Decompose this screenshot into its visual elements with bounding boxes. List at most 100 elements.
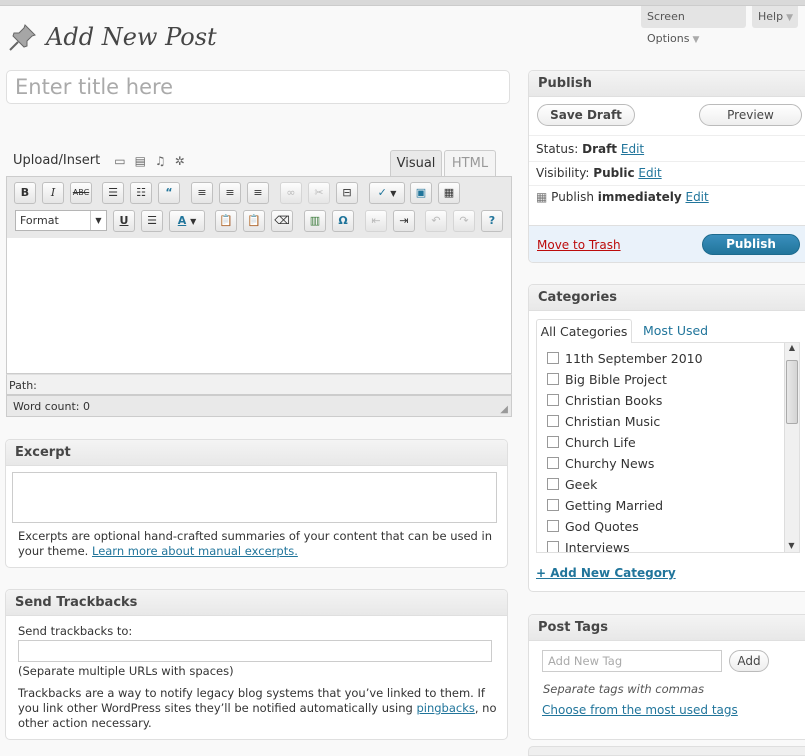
category-item[interactable]: Big Bible Project bbox=[547, 369, 799, 390]
insert-link-button[interactable]: ∞ bbox=[280, 182, 302, 204]
category-checkbox[interactable] bbox=[547, 352, 559, 364]
paste-text-button[interactable]: 📋 bbox=[215, 210, 237, 232]
choose-most-used-tags-link[interactable]: Choose from the most used tags bbox=[542, 703, 738, 717]
category-scrollbar[interactable]: ▲ ▼ bbox=[784, 343, 799, 552]
publish-title[interactable]: Publish bbox=[529, 71, 805, 97]
excerpt-learn-more-link[interactable]: Learn more about manual excerpts. bbox=[92, 544, 298, 558]
kitchen-sink-button[interactable]: ▦ bbox=[438, 182, 460, 204]
category-checkbox[interactable] bbox=[547, 499, 559, 511]
trackbacks-label: Send trackbacks to: bbox=[18, 624, 133, 638]
align-left-button[interactable]: ≡ bbox=[191, 182, 213, 204]
category-item[interactable]: 11th September 2010 bbox=[547, 348, 799, 369]
category-item[interactable]: Interviews bbox=[547, 537, 799, 553]
tab-all-categories[interactable]: All Categories bbox=[536, 319, 632, 343]
pingbacks-link[interactable]: pingbacks bbox=[416, 701, 474, 715]
indent-button[interactable]: ⇥ bbox=[393, 210, 415, 232]
chevron-down-icon: ▼ bbox=[90, 211, 106, 230]
redo-button[interactable]: ↷ bbox=[453, 210, 475, 232]
category-item[interactable]: Christian Books bbox=[547, 390, 799, 411]
add-audio-icon[interactable]: ♫ bbox=[155, 154, 166, 168]
scroll-up-icon[interactable]: ▲ bbox=[785, 343, 799, 352]
undo-button[interactable]: ↶ bbox=[425, 210, 447, 232]
blockquote-button[interactable]: “ bbox=[158, 182, 180, 204]
outdent-button[interactable]: ⇤ bbox=[365, 210, 387, 232]
publish-time-edit-link[interactable]: Edit bbox=[685, 190, 708, 204]
align-right-icon: ≡ bbox=[253, 186, 263, 199]
text-color-button[interactable]: A ▼ bbox=[169, 210, 205, 232]
visibility-edit-link[interactable]: Edit bbox=[638, 166, 661, 180]
category-item[interactable]: Geek bbox=[547, 474, 799, 495]
unlink-button[interactable]: ✂ bbox=[308, 182, 330, 204]
editor-content-area[interactable] bbox=[6, 238, 512, 374]
category-item[interactable]: Churchy News bbox=[547, 453, 799, 474]
tag-input[interactable]: Add New Tag bbox=[542, 650, 722, 672]
category-items: 11th September 2010 Big Bible Project Chri… bbox=[537, 343, 799, 553]
status-edit-link[interactable]: Edit bbox=[621, 142, 644, 156]
excerpt-textarea[interactable] bbox=[12, 472, 497, 523]
status-label: Status: bbox=[536, 142, 579, 156]
tab-html[interactable]: HTML bbox=[444, 150, 496, 176]
fullscreen-icon: ▣ bbox=[415, 186, 427, 199]
status-value: Draft bbox=[582, 142, 618, 156]
align-right-button[interactable]: ≡ bbox=[247, 182, 269, 204]
spellcheck-button[interactable]: ✓ ▼ bbox=[369, 182, 405, 204]
move-to-trash-link[interactable]: Move to Trash bbox=[537, 238, 621, 252]
underline-button[interactable]: U bbox=[113, 210, 135, 232]
category-label: Interviews bbox=[565, 540, 630, 553]
publish-button[interactable]: Publish bbox=[702, 234, 800, 255]
trackbacks-title[interactable]: Send Trackbacks bbox=[6, 590, 507, 616]
preview-button[interactable]: Preview bbox=[699, 104, 802, 126]
category-label: Christian Books bbox=[565, 393, 663, 408]
add-video-icon[interactable]: ▤ bbox=[135, 154, 146, 168]
save-draft-button[interactable]: Save Draft bbox=[537, 104, 635, 126]
numbered-list-button[interactable]: ☷ bbox=[130, 182, 152, 204]
help-button-editor[interactable]: ? bbox=[481, 210, 503, 232]
strikethrough-button[interactable]: ABC bbox=[70, 182, 92, 204]
scroll-thumb[interactable] bbox=[786, 360, 798, 424]
category-checkbox[interactable] bbox=[547, 520, 559, 532]
align-center-button[interactable]: ≡ bbox=[219, 182, 241, 204]
category-item[interactable]: God Quotes bbox=[547, 516, 799, 537]
category-checkbox[interactable] bbox=[547, 394, 559, 406]
remove-format-button[interactable]: ⌫ bbox=[271, 210, 293, 232]
outdent-icon: ⇤ bbox=[371, 214, 381, 227]
tab-visual[interactable]: Visual bbox=[390, 150, 442, 176]
help-button[interactable]: Help ▼ bbox=[752, 6, 798, 28]
category-checkbox[interactable] bbox=[547, 541, 559, 552]
categories-title[interactable]: Categories bbox=[529, 285, 805, 311]
bullet-list-button[interactable]: ☰ bbox=[102, 182, 124, 204]
scroll-down-icon[interactable]: ▼ bbox=[785, 541, 798, 550]
bold-button[interactable]: B bbox=[14, 182, 36, 204]
screen-options-button[interactable]: Screen Options ▼ bbox=[641, 6, 746, 45]
tab-most-used[interactable]: Most Used bbox=[643, 319, 708, 343]
add-new-category-link[interactable]: + Add New Category bbox=[536, 566, 676, 580]
chevron-down-icon: ▼ bbox=[786, 13, 793, 23]
excerpt-title[interactable]: Excerpt bbox=[6, 440, 507, 466]
add-image-icon[interactable]: ▭ bbox=[114, 154, 125, 168]
post-title-input[interactable]: Enter title here bbox=[6, 70, 510, 104]
category-checkbox[interactable] bbox=[547, 436, 559, 448]
paste-word-button[interactable]: 📋 bbox=[243, 210, 265, 232]
publish-actions: Move to Trash Publish bbox=[529, 225, 805, 262]
upload-insert-bar: Upload/Insert ▭ ▤ ♫ ✲ bbox=[13, 153, 185, 168]
category-checkbox[interactable] bbox=[547, 478, 559, 490]
post-tags-title[interactable]: Post Tags bbox=[529, 615, 805, 641]
category-item[interactable]: Getting Married bbox=[547, 495, 799, 516]
add-media-icon[interactable]: ✲ bbox=[175, 154, 185, 168]
category-item[interactable]: Christian Music bbox=[547, 411, 799, 432]
add-tag-button[interactable]: Add bbox=[729, 650, 769, 672]
italic-button[interactable]: I bbox=[42, 182, 64, 204]
format-select[interactable]: Format ▼ bbox=[15, 210, 107, 231]
justify-button[interactable]: ☰ bbox=[141, 210, 163, 232]
trackbacks-input[interactable] bbox=[18, 640, 492, 662]
category-item[interactable]: Church Life bbox=[547, 432, 799, 453]
category-checkbox[interactable] bbox=[547, 373, 559, 385]
insert-media-button[interactable]: ▥ bbox=[304, 210, 326, 232]
fullscreen-button[interactable]: ▣ bbox=[410, 182, 432, 204]
resize-handle-icon[interactable]: ◢ bbox=[500, 404, 508, 415]
category-checkbox[interactable] bbox=[547, 415, 559, 427]
category-checkbox[interactable] bbox=[547, 457, 559, 469]
special-character-button[interactable]: Ω bbox=[332, 210, 354, 232]
insert-more-button[interactable]: ⊟ bbox=[336, 182, 358, 204]
category-label: Christian Music bbox=[565, 414, 661, 429]
